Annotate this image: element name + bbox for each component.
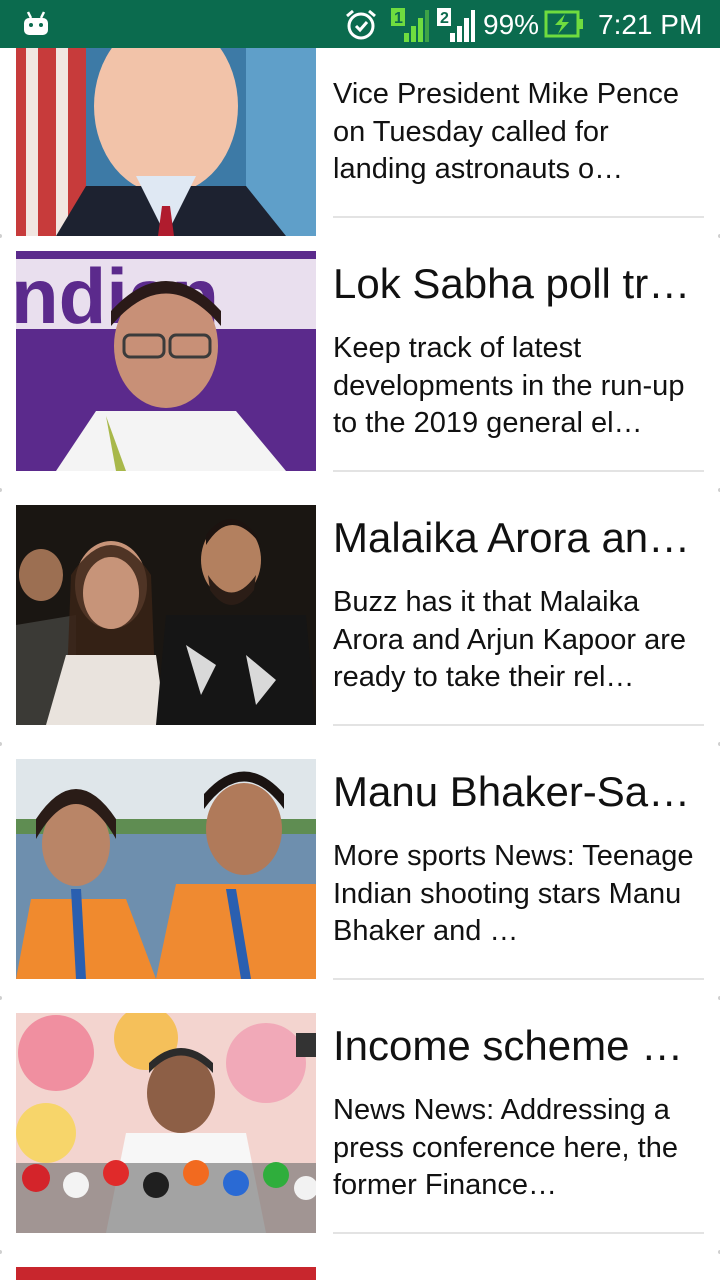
article-headline[interactable]: Malaika Arora an… — [333, 513, 703, 563]
article-summary[interactable]: More sports News: Teenage Indian shootin… — [333, 838, 705, 951]
android-icon — [24, 11, 48, 35]
article-thumbnail[interactable] — [16, 1013, 316, 1233]
news-card[interactable]: Vice President Mike Pence on Tuesday cal… — [0, 48, 720, 236]
news-card[interactable]: Malaika Arora an… Buzz has it that Malai… — [0, 488, 720, 742]
battery-charging-icon — [544, 10, 583, 38]
signal-sim2-icon: 2 — [437, 8, 475, 42]
divider — [333, 978, 704, 980]
alarm-icon — [346, 9, 376, 40]
news-card[interactable]: Income scheme … News News: Addressing a … — [0, 996, 720, 1250]
svg-text:1: 1 — [394, 10, 403, 27]
status-bar: 1 2 99% 7:21 PM — [0, 0, 720, 48]
divider — [333, 724, 704, 726]
article-summary[interactable]: Keep track of latest developments in the… — [333, 330, 705, 443]
news-feed[interactable]: Vice President Mike Pence on Tuesday cal… — [0, 48, 720, 1280]
svg-text:2: 2 — [440, 10, 449, 27]
divider — [333, 1232, 704, 1234]
article-thumbnail[interactable] — [16, 48, 316, 236]
article-headline[interactable]: Lok Sabha poll tr… — [333, 259, 703, 309]
article-thumbnail[interactable] — [16, 1267, 316, 1280]
divider — [333, 216, 704, 218]
article-summary[interactable]: Vice President Mike Pence on Tuesday cal… — [333, 76, 705, 189]
divider — [333, 470, 704, 472]
clock: 7:21 PM — [598, 9, 703, 40]
battery-percentage: 99% — [483, 9, 540, 40]
news-card[interactable]: ndian Lok Sabha poll tr… Keep track of l… — [0, 234, 720, 488]
article-summary[interactable]: News News: Addressing a press conference… — [333, 1092, 705, 1205]
article-headline[interactable]: Income scheme … — [333, 1021, 703, 1071]
article-headline[interactable]: Manu Bhaker-Sau… — [333, 767, 703, 817]
article-thumbnail[interactable]: ndian — [16, 251, 316, 471]
news-card[interactable]: Manu Bhaker-Sau… More sports News: Teena… — [0, 742, 720, 996]
article-thumbnail[interactable] — [16, 759, 316, 979]
article-summary[interactable]: Buzz has it that Malaika Arora and Arjun… — [333, 584, 705, 697]
article-thumbnail[interactable] — [16, 505, 316, 725]
signal-sim1-icon: 1 — [391, 8, 429, 42]
scroll-edge-marker — [0, 1250, 2, 1254]
